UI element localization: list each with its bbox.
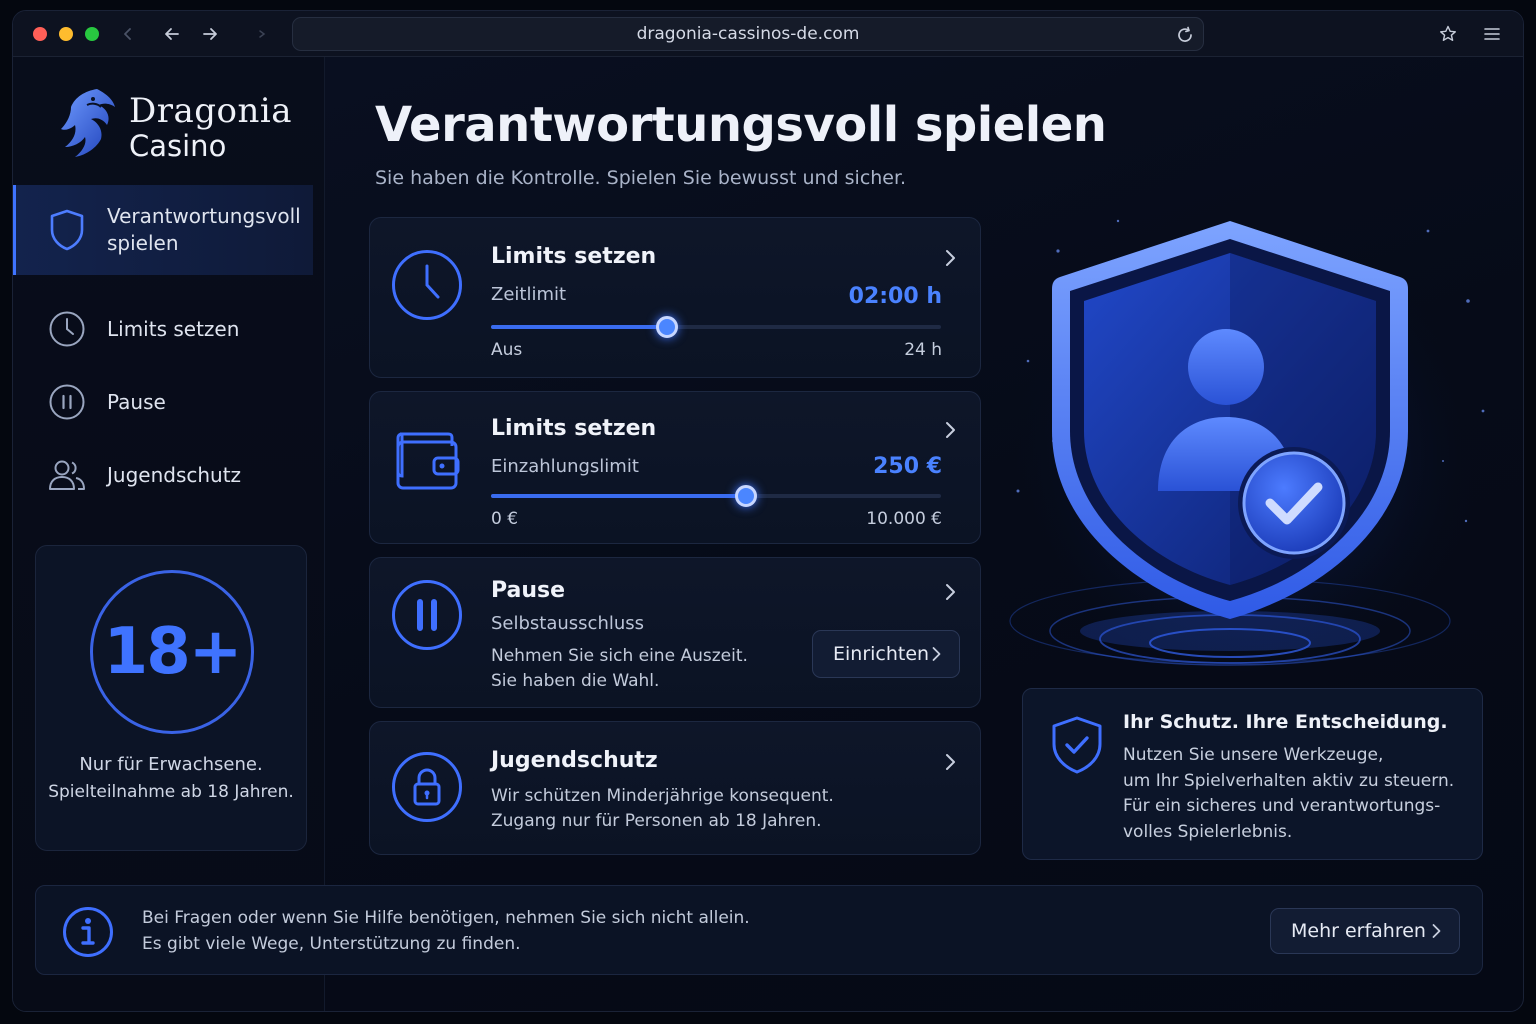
reload-icon[interactable]: [1175, 25, 1195, 45]
back-arrow-icon[interactable]: [159, 21, 185, 47]
sidebar-item-label: Limits setzen: [107, 316, 240, 341]
maximize-window-button[interactable]: [85, 27, 99, 41]
tab-chevron-icon[interactable]: [249, 21, 275, 47]
deposit-limit-value: 250 €: [873, 454, 942, 479]
einrichten-button[interactable]: Einrichten: [812, 630, 960, 678]
youth-description: Wir schützen Minderjährige konsequent. Z…: [491, 784, 834, 834]
sidebar-item-label: Pause: [107, 389, 166, 414]
mehr-erfahren-button[interactable]: Mehr erfahren: [1270, 908, 1460, 954]
youth-protection-card[interactable]: Jugendschutz Wir schützen Minderjährige …: [369, 721, 981, 855]
sidebar: Dragonia Casino Verantwortungsvoll spiel…: [13, 57, 325, 1011]
sidebar-item-verantwortungsvoll[interactable]: Verantwortungsvoll spielen: [13, 185, 313, 275]
dragon-logo-icon: [61, 89, 115, 157]
time-limit-value: 02:00 h: [848, 284, 942, 309]
slider-max-label: 24 h: [904, 340, 942, 360]
age-card-line1: Nur für Erwachsene.: [79, 754, 263, 775]
sidebar-item-limits[interactable]: Limits setzen: [13, 307, 313, 351]
time-limit-card[interactable]: Limits setzen Zeitlimit 02:00 h Aus 24 h: [369, 217, 981, 378]
slider-thumb[interactable]: [735, 485, 758, 507]
chevron-right-icon: [932, 647, 941, 661]
chevron-right-icon[interactable]: [940, 420, 960, 440]
info-card-line2: um Ihr Spielverhalten aktiv zu steuern.: [1123, 770, 1455, 791]
slider-max-label: 10.000 €: [866, 509, 942, 529]
lock-icon: [392, 752, 462, 822]
forward-arrow-icon[interactable]: [197, 21, 223, 47]
clock-icon: [47, 309, 87, 349]
age-restriction-card: 18+ Nur für Erwachsene. Spielteilnahme a…: [35, 545, 307, 851]
brand-logo[interactable]: Dragonia Casino: [57, 85, 317, 175]
info-card-text: Nutzen Sie unsere Werkzeuge, um Ihr Spie…: [1123, 743, 1473, 845]
slider-fill: [491, 325, 667, 329]
card-subtitle: Einzahlungslimit: [491, 456, 639, 477]
brand-subname: Casino: [129, 129, 227, 163]
card-subtitle: Selbstausschluss: [491, 613, 645, 634]
close-window-button[interactable]: [33, 27, 47, 41]
pause-description-line1: Nehmen Sie sich eine Auszeit.: [491, 646, 748, 666]
age-card-line2: Spielteilnahme ab 18 Jahren.: [48, 782, 294, 802]
button-label: Einrichten: [833, 643, 930, 665]
chevron-right-icon[interactable]: [940, 752, 960, 772]
help-text-line2: Es gibt viele Wege, Unterstützung zu fin…: [142, 934, 521, 954]
clock-icon: [392, 250, 462, 320]
shield-check-icon: [1052, 716, 1102, 774]
help-text-line1: Bei Fragen oder wenn Sie Hilfe benötigen…: [142, 908, 750, 928]
chevron-right-icon[interactable]: [940, 582, 960, 602]
time-limit-slider[interactable]: [491, 315, 941, 339]
pause-icon: [392, 580, 462, 650]
sidebar-toggle-chevron-icon[interactable]: [115, 21, 141, 47]
sidebar-item-jugendschutz[interactable]: Jugendschutz: [13, 453, 313, 497]
card-title: Limits setzen: [491, 416, 657, 441]
help-banner: Bei Fragen oder wenn Sie Hilfe benötigen…: [35, 885, 1483, 975]
bookmark-star-icon[interactable]: [1435, 21, 1461, 47]
chevron-right-icon[interactable]: [940, 248, 960, 268]
info-card-line4: volles Spielerlebnis.: [1123, 821, 1293, 842]
users-icon: [47, 455, 87, 495]
deposit-limit-card[interactable]: Limits setzen Einzahlungslimit 250 € 0 €…: [369, 391, 981, 544]
sidebar-item-label: Verantwortungsvoll spielen: [107, 204, 301, 255]
pause-description-line2: Sie haben die Wahl.: [491, 671, 660, 691]
shield-icon: [47, 209, 87, 251]
protection-shield-illustration: [1006, 191, 1486, 671]
help-text: Bei Fragen oder wenn Sie Hilfe benötigen…: [142, 905, 750, 957]
sidebar-item-label: Jugendschutz: [107, 462, 242, 487]
slider-fill: [491, 494, 747, 498]
wallet-icon: [396, 432, 460, 490]
minimize-window-button[interactable]: [59, 27, 73, 41]
slider-min-label: 0 €: [491, 509, 519, 529]
pause-icon: [47, 382, 87, 422]
slider-min-label: Aus: [491, 340, 523, 360]
url-text: dragonia-cassinos-de.com: [636, 24, 860, 44]
sidebar-item-pause[interactable]: Pause: [13, 380, 313, 424]
info-card-line1: Nutzen Sie unsere Werkzeuge,: [1123, 745, 1384, 765]
pause-description: Nehmen Sie sich eine Auszeit. Sie haben …: [491, 644, 748, 694]
info-icon: [63, 907, 113, 957]
chevron-right-icon: [1432, 924, 1441, 938]
info-card-title: Ihr Schutz. Ihre Entscheidung.: [1123, 711, 1448, 733]
card-title: Jugendschutz: [491, 748, 658, 773]
brand-name: Dragonia: [129, 91, 293, 131]
slider-thumb[interactable]: [655, 316, 678, 338]
pause-card[interactable]: Pause Selbstausschluss Nehmen Sie sich e…: [369, 557, 981, 708]
menu-icon[interactable]: [1479, 21, 1505, 47]
deposit-limit-slider[interactable]: [491, 484, 941, 508]
info-card-line3: Für ein sicheres und verantwortungs-: [1123, 796, 1441, 816]
browser-window: dragonia-cassinos-de.com Dragonia Casino…: [12, 10, 1524, 1012]
address-bar[interactable]: dragonia-cassinos-de.com: [292, 17, 1204, 51]
card-title: Limits setzen: [491, 244, 657, 269]
youth-description-line1: Wir schützen Minderjährige konsequent.: [491, 786, 834, 806]
card-title: Pause: [491, 578, 566, 603]
browser-toolbar: dragonia-cassinos-de.com: [13, 11, 1523, 57]
card-subtitle: Zeitlimit: [491, 284, 567, 305]
button-label: Mehr erfahren: [1291, 920, 1426, 942]
protection-info-card: Ihr Schutz. Ihre Entscheidung. Nutzen Si…: [1022, 688, 1483, 860]
youth-description-line2: Zugang nur für Personen ab 18 Jahren.: [491, 811, 822, 831]
page-subtitle: Sie haben die Kontrolle. Spielen Sie bew…: [375, 167, 907, 189]
age-badge: 18+: [90, 570, 254, 734]
page-title: Verantwortungsvoll spielen: [375, 97, 1107, 153]
